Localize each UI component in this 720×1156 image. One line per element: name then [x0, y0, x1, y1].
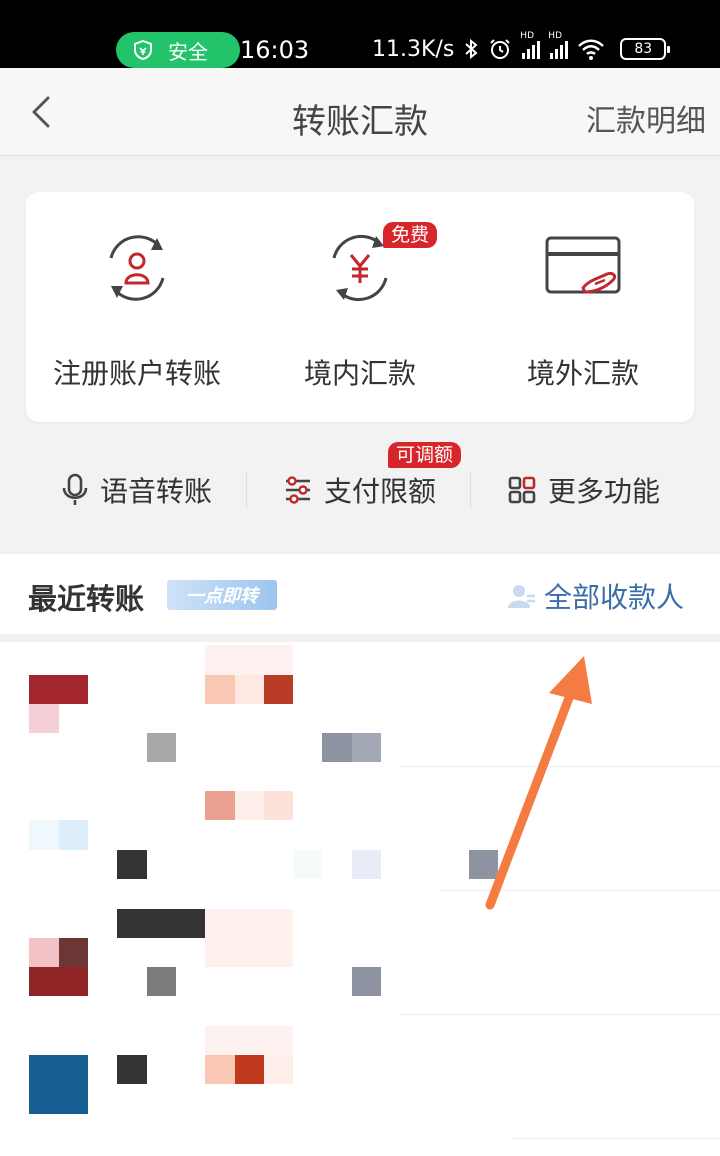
blurred-block: [117, 1055, 147, 1084]
grid-icon: [508, 476, 536, 504]
blurred-block: [205, 909, 293, 967]
divider: [400, 766, 720, 767]
service-label: 境外汇款: [526, 357, 639, 390]
blurred-block: [117, 850, 147, 879]
net-speed: 11.3K/s: [372, 36, 455, 62]
blurred-block: [29, 820, 59, 850]
battery-icon: 83: [620, 38, 671, 60]
blurred-block: [235, 791, 264, 820]
blurred-block: [293, 850, 322, 879]
clock: 16:03: [240, 36, 310, 64]
blurred-block: [264, 791, 293, 820]
service-label: 境内汇款: [303, 357, 416, 390]
registered-account-transfer-button[interactable]: 注册账户转账: [26, 192, 248, 422]
nav-header: 转账汇款 汇款明细: [0, 68, 720, 156]
blurred-block: [235, 675, 264, 704]
blurred-block: [59, 938, 88, 967]
microphone-icon: [62, 473, 88, 505]
recent-payees-list[interactable]: [0, 554, 720, 1156]
wifi-icon: [578, 39, 605, 60]
blurred-block: [59, 820, 88, 850]
blurred-block: [29, 1055, 88, 1114]
status-bar: 安全 16:03 11.3K/s HD HD 83: [0, 0, 720, 68]
blurred-block: [205, 675, 235, 704]
blurred-block: [235, 1055, 264, 1084]
voice-transfer-button[interactable]: 语音转账: [62, 468, 212, 512]
blurred-block: [352, 733, 381, 762]
payment-limit-button[interactable]: 支付限额: [284, 468, 436, 512]
alarm-icon: [490, 39, 511, 59]
remittance-detail-link[interactable]: 汇款明细: [586, 96, 706, 140]
more-functions-button[interactable]: 更多功能: [508, 468, 660, 512]
account-transfer-icon: [109, 235, 165, 301]
divider: [510, 1138, 720, 1139]
blurred-block: [205, 1026, 293, 1055]
shield-icon: [134, 39, 152, 61]
free-badge: 免费: [383, 222, 438, 248]
blurred-block: [322, 733, 352, 762]
divider: [246, 472, 247, 508]
sliders-icon: [286, 476, 310, 504]
quick-action-label: 支付限额: [324, 475, 437, 508]
blurred-block: [205, 1055, 235, 1084]
signal-icon: HD: [520, 31, 541, 59]
blurred-block: [117, 909, 205, 938]
blurred-block: [264, 675, 293, 704]
blurred-block: [29, 704, 59, 733]
overseas-remittance-button[interactable]: 境外汇款: [472, 192, 694, 422]
security-status-pill: 安全: [116, 32, 240, 68]
domestic-remittance-button[interactable]: 免费 境内汇款: [249, 192, 471, 422]
safe-label: 安全: [168, 39, 208, 64]
recent-transfers-section: 最近转账 一点即转 全部收款人: [0, 554, 720, 1156]
quick-action-label: 更多功能: [548, 475, 661, 508]
blurred-block: [147, 733, 176, 762]
blurred-block: [205, 791, 235, 820]
blurred-block: [147, 967, 176, 996]
quick-action-label: 语音转账: [100, 475, 213, 508]
card-hand-icon: [545, 236, 621, 294]
blurred-block: [29, 675, 88, 704]
quick-actions-row: 语音转账 支付限额 可调额 更多功能: [0, 440, 720, 540]
adjustable-badge: 可调额: [388, 442, 462, 468]
main-services-card: 注册账户转账 免费 境内汇款 境外汇款: [26, 192, 694, 422]
signal-icon: HD: [548, 31, 569, 59]
blurred-block: [29, 967, 88, 996]
blurred-block: [29, 938, 59, 967]
blurred-block: [352, 967, 381, 996]
blurred-block: [469, 850, 498, 879]
bluetooth-icon: [465, 38, 478, 60]
blurred-block: [205, 645, 293, 675]
service-label: 注册账户转账: [52, 357, 221, 390]
divider: [470, 472, 471, 508]
blurred-block: [352, 850, 381, 879]
blurred-block: [264, 1055, 293, 1084]
status-icons: 11.3K/s HD HD 83: [372, 31, 671, 64]
divider: [400, 1014, 720, 1015]
divider: [440, 890, 720, 891]
